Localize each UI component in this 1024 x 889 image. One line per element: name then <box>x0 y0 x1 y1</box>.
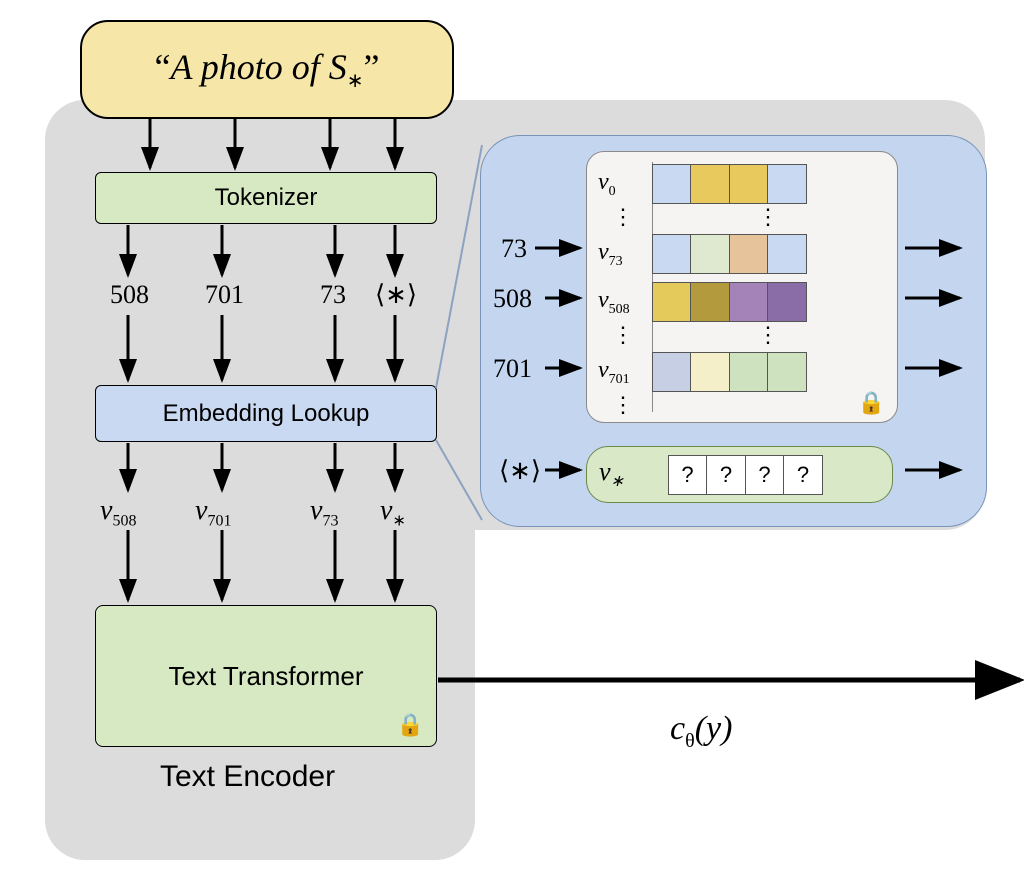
embedding-cell <box>767 234 807 274</box>
embedding-detail-bubble: 73 508 701 ⟨∗⟩ v0 ⋮ ⋮ v73 v508 ⋮ ⋮ v701 … <box>480 135 987 527</box>
lock-icon: 🔒 <box>397 712 424 738</box>
new-token-row: v∗ ???? <box>586 446 893 503</box>
token-id-73: 73 <box>320 280 346 310</box>
emb-v701: v701 <box>195 495 231 531</box>
vdots-2: ⋮ <box>612 330 632 340</box>
emb-v508: v508 <box>100 495 136 531</box>
vdots-2b: ⋮ <box>757 330 777 340</box>
row-v701: v701 <box>592 352 807 392</box>
tokenizer-label: Tokenizer <box>215 184 318 212</box>
vdots-3: ⋮ <box>612 400 632 410</box>
learnable-cell: ? <box>783 455 823 495</box>
embedding-cell <box>729 164 769 204</box>
vdots-1: ⋮ <box>612 212 632 222</box>
embedding-cell <box>729 234 769 274</box>
detail-in-star: ⟨∗⟩ <box>499 456 541 486</box>
input-prompt-box: “A photo of S∗” <box>80 20 454 119</box>
embedding-cell <box>729 282 769 322</box>
embedding-cell <box>729 352 769 392</box>
embedding-cell <box>652 352 692 392</box>
embedding-cell <box>690 282 730 322</box>
learnable-cell: ? <box>706 455 746 495</box>
embedding-cell <box>767 352 807 392</box>
detail-in-73: 73 <box>501 234 527 264</box>
table-lock-icon: 🔒 <box>858 390 885 416</box>
embedding-cell <box>690 164 730 204</box>
row-v73: v73 <box>592 234 807 274</box>
learnable-cell: ? <box>745 455 785 495</box>
row-v0: v0 <box>592 164 807 204</box>
embedding-lookup-label: Embedding Lookup <box>163 400 370 428</box>
tokenizer-box: Tokenizer <box>95 172 437 224</box>
embedding-cell <box>690 352 730 392</box>
emb-vstar: v∗ <box>380 495 406 531</box>
text-transformer-box: Text Transformer 🔒 <box>95 605 437 747</box>
embedding-lookup-box: Embedding Lookup <box>95 385 437 442</box>
token-id-star: ⟨∗⟩ <box>375 280 417 310</box>
embedding-table: v0 ⋮ ⋮ v73 v508 ⋮ ⋮ v701 ⋮ 🔒 <box>586 151 898 423</box>
detail-in-701: 701 <box>493 354 532 384</box>
detail-in-508: 508 <box>493 284 532 314</box>
learnable-cell: ? <box>668 455 708 495</box>
output-symbol: cθ(y) <box>670 710 732 753</box>
embedding-cell <box>767 164 807 204</box>
text-encoder-label: Text Encoder <box>160 760 335 794</box>
input-prompt-text: “A photo of S∗” <box>154 46 379 93</box>
row-v508: v508 <box>592 282 807 322</box>
emb-v73: v73 <box>310 495 338 531</box>
embedding-cell <box>690 234 730 274</box>
token-id-701: 701 <box>205 280 244 310</box>
token-id-508: 508 <box>110 280 149 310</box>
text-transformer-label: Text Transformer <box>168 661 363 692</box>
embedding-cell <box>652 164 692 204</box>
vdots-1b: ⋮ <box>757 212 777 222</box>
new-token-key: v∗ <box>587 457 654 491</box>
embedding-cell <box>652 282 692 322</box>
embedding-cell <box>767 282 807 322</box>
embedding-cell <box>652 234 692 274</box>
